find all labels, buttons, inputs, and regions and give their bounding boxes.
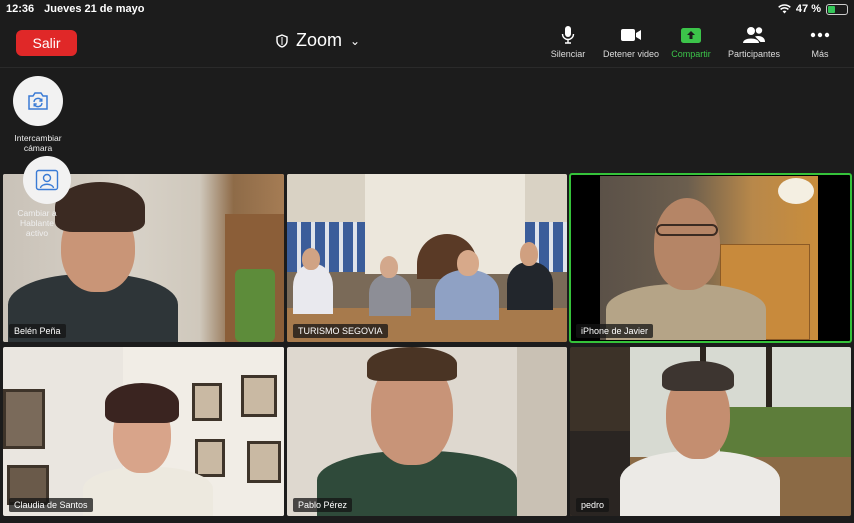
frame-1 (3, 389, 45, 449)
person-4-body (507, 262, 553, 310)
stop-video-button[interactable]: Detener video (602, 24, 660, 64)
switch-camera-label-line1: Intercambiar (14, 133, 62, 143)
active-speaker-label: Cambiar a Hablante activo (11, 208, 63, 238)
battery-icon (826, 3, 848, 15)
active-speaker-label-line3: activo (25, 228, 49, 238)
status-date: Jueves 21 de mayo (44, 3, 145, 15)
participant-name: TURISMO SEGOVIA (293, 324, 388, 338)
plant (235, 269, 275, 342)
leave-button[interactable]: Salir (16, 30, 77, 56)
mute-label: Silenciar (550, 49, 586, 59)
person-hair (662, 361, 734, 391)
zoom-meeting-screen: 12:36 Jueves 21 de mayo 47 % Salir Zoom … (0, 0, 854, 523)
video-camera-icon (620, 24, 642, 46)
mute-button[interactable]: Silenciar (544, 24, 592, 64)
active-speaker-label-line1: Cambiar a (17, 208, 57, 218)
person-body (620, 451, 780, 516)
battery-percent: 47 % (795, 3, 821, 15)
more-label: Más (811, 49, 829, 59)
person-1-body (293, 264, 333, 314)
person-2-body (369, 274, 411, 316)
meeting-toolbar: Salir Zoom ⌄ Silenciar Detener video Com… (0, 18, 854, 68)
more-button[interactable]: Más (802, 24, 838, 64)
person-1-head (302, 248, 320, 270)
participants-button[interactable]: Participantes (724, 24, 784, 64)
more-icon (810, 24, 830, 46)
wall-edge (517, 347, 567, 516)
person-head (654, 198, 720, 290)
ios-status-bar: 12:36 Jueves 21 de mayo 47 % (0, 0, 854, 18)
app-title: Zoom (296, 30, 343, 50)
toolbar-actions: Silenciar Detener video Compartir Partic… (544, 24, 854, 64)
share-label: Compartir (671, 49, 711, 59)
shield-icon (276, 33, 288, 48)
microphone-icon (561, 24, 575, 46)
video-tile-pedro[interactable]: pedro (570, 347, 851, 516)
glasses (656, 224, 718, 236)
active-speaker-button[interactable] (23, 156, 71, 204)
camera-switch-icon (28, 92, 48, 110)
meeting-title[interactable]: Zoom ⌄ (276, 30, 360, 51)
status-time: 12:36 (6, 3, 35, 15)
video-tile-turismo-segovia[interactable]: TURISMO SEGOVIA (287, 174, 567, 342)
active-speaker-label-line2: Hablante (19, 218, 55, 228)
participants-icon (742, 24, 766, 46)
video-tile-iphone-javier[interactable]: iPhone de Javier (569, 173, 852, 343)
frame-5 (247, 441, 281, 483)
frame-4 (195, 439, 225, 477)
person-frame-icon (35, 169, 59, 191)
participant-name: iPhone de Javier (576, 324, 654, 338)
video-tile-pablo[interactable]: Pablo Pérez (287, 347, 567, 516)
participants-label: Participantes (727, 49, 781, 59)
share-screen-icon (680, 24, 702, 46)
switch-camera-button[interactable] (13, 76, 63, 126)
wifi-icon (778, 4, 791, 14)
switch-camera-label-line2: cámara (23, 143, 53, 153)
person-body (83, 467, 213, 516)
stop-video-label: Detener video (602, 49, 660, 59)
share-button[interactable]: Compartir (668, 24, 714, 64)
participant-name: Pablo Pérez (293, 498, 353, 512)
participant-name: Belén Peña (9, 324, 66, 338)
lamp (778, 178, 814, 204)
status-right-group: 47 % (778, 3, 848, 15)
frame-2 (192, 383, 222, 421)
person-3-head (457, 250, 479, 276)
participant-name: Claudia de Santos (9, 498, 93, 512)
video-tile-claudia[interactable]: Claudia de Santos (3, 347, 284, 516)
person-4-head (520, 242, 538, 266)
person-3-body (435, 270, 499, 320)
switch-camera-label: Intercambiar cámara (8, 133, 68, 153)
battery-fill (828, 5, 836, 13)
chevron-down-icon: ⌄ (350, 33, 361, 48)
person-hair (105, 383, 179, 423)
person-2-head (380, 256, 398, 278)
person-hair (367, 347, 457, 381)
trees (720, 407, 851, 457)
frame-3 (241, 375, 277, 417)
participant-name: pedro (576, 498, 610, 512)
